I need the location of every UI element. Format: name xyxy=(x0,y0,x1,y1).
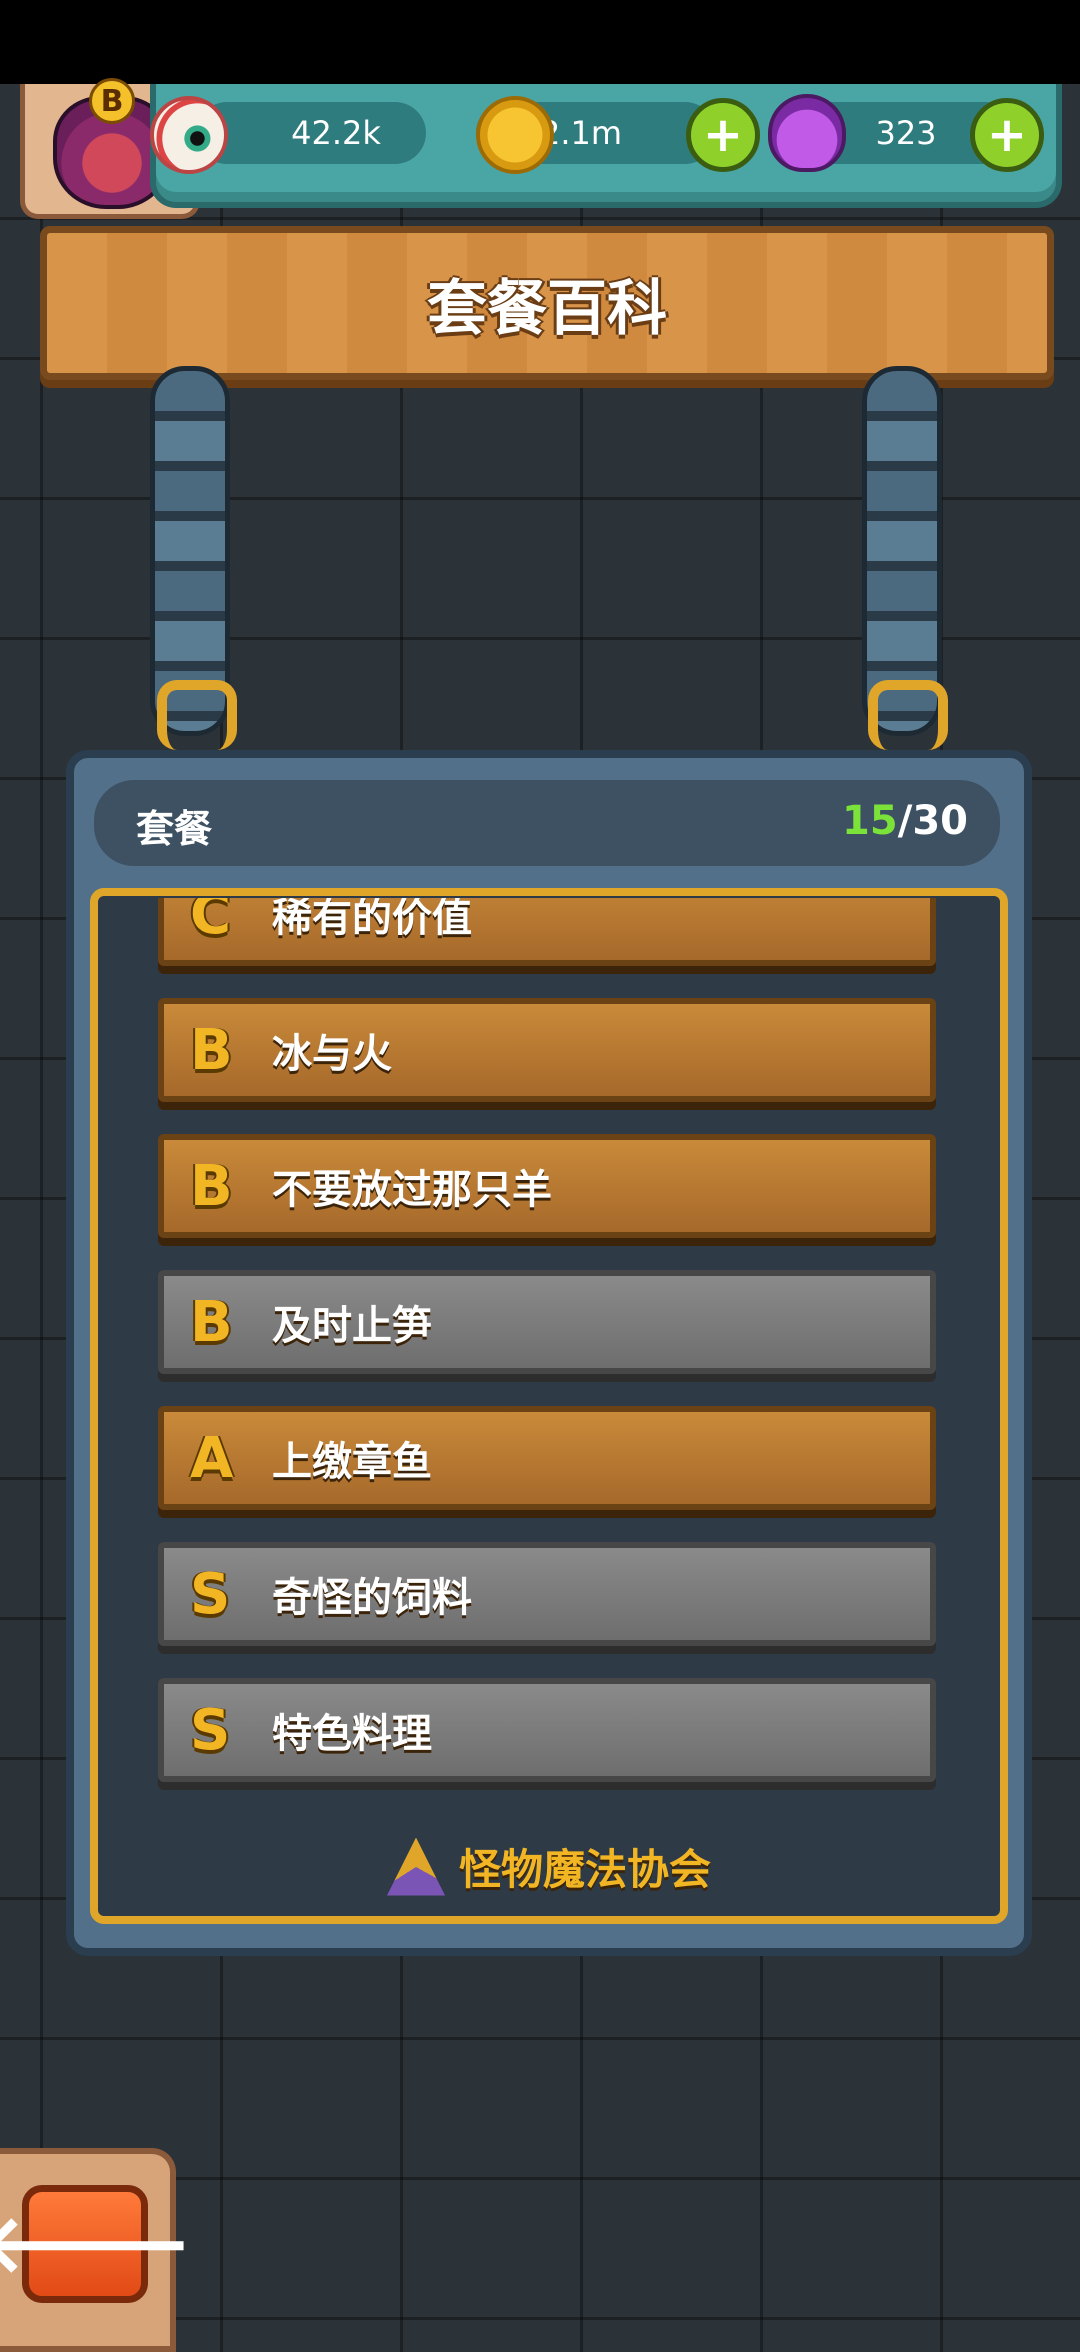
recipe-list-frame: C 稀有的价值 B 冰与火 B 不要放过那只羊 B 及时止笋 A 上缴章鱼 S … xyxy=(90,888,1008,1924)
eye-counter: 42.2k xyxy=(196,102,426,164)
recipe-row[interactable]: B 及时止笋 xyxy=(158,1270,936,1374)
player-rank-badge: B xyxy=(89,78,135,124)
recipe-row[interactable]: B 冰与火 xyxy=(158,998,936,1102)
recipe-row[interactable]: S 奇怪的饲料 xyxy=(158,1542,936,1646)
triangle-eye-icon xyxy=(386,1837,445,1896)
society-name: 怪物魔法协会 xyxy=(458,1845,711,1894)
recipe-name: 不要放过那只羊 xyxy=(272,1167,552,1213)
recipe-list[interactable]: C 稀有的价值 B 冰与火 B 不要放过那只羊 B 及时止笋 A 上缴章鱼 S … xyxy=(158,898,936,1806)
recipe-board: 套餐 15/30 C 稀有的价值 B 冰与火 B 不要放过那只羊 B 及时止笋 … xyxy=(66,750,1032,1956)
recipe-rank: B xyxy=(190,1289,233,1355)
progress-current: 15 xyxy=(842,798,898,844)
add-coins-button[interactable]: + xyxy=(686,98,760,172)
recipe-list-inner: C 稀有的价值 B 冰与火 B 不要放过那只羊 B 及时止笋 A 上缴章鱼 S … xyxy=(158,898,936,1806)
recipe-name: 上缴章鱼 xyxy=(272,1439,432,1485)
recipe-row[interactable]: B 不要放过那只羊 xyxy=(158,1134,936,1238)
gold-coin-icon xyxy=(476,96,554,174)
society-label: 怪物魔法协会 xyxy=(98,1836,1000,1897)
eye-count: 42.2k xyxy=(291,114,381,152)
status-bar xyxy=(0,0,1080,84)
progress-total: /30 xyxy=(897,798,968,844)
left-hook xyxy=(157,680,237,750)
recipe-row[interactable]: S 特色料理 xyxy=(158,1678,936,1782)
recipe-name: 奇怪的饲料 xyxy=(272,1575,472,1621)
recipe-rank: S xyxy=(190,1561,231,1627)
recipe-name: 冰与火 xyxy=(272,1031,392,1077)
page-title: 套餐百科 xyxy=(427,273,667,344)
recipe-rank: S xyxy=(190,1697,231,1763)
purple-potion-icon xyxy=(768,94,846,172)
recipe-rank: C xyxy=(190,898,232,947)
recipe-row[interactable]: A 上缴章鱼 xyxy=(158,1406,936,1510)
board-header: 套餐 15/30 xyxy=(94,780,1000,866)
recipe-rank: B xyxy=(190,1153,233,1219)
add-potions-button[interactable]: + xyxy=(970,98,1044,172)
eye-icon xyxy=(150,96,228,174)
recipe-rank: B xyxy=(190,1017,233,1083)
right-hook xyxy=(868,680,948,750)
recipe-name: 及时止笋 xyxy=(272,1303,432,1349)
category-label: 套餐 xyxy=(136,807,213,851)
recipe-name: 稀有的价值 xyxy=(272,898,472,941)
collection-progress: 15/30 xyxy=(842,798,968,844)
recipe-rank: A xyxy=(190,1425,234,1491)
potion-count: 323 xyxy=(875,114,937,152)
back-arrow-icon: 🡐 xyxy=(0,2197,193,2290)
title-plank: 套餐百科 xyxy=(40,226,1054,380)
resource-bar: 42.2k 2.1m + 323 + xyxy=(150,84,1062,208)
back-button[interactable]: 🡐 xyxy=(0,2185,192,2303)
recipe-name: 特色料理 xyxy=(272,1711,432,1757)
recipe-row[interactable]: C 稀有的价值 xyxy=(158,898,936,966)
